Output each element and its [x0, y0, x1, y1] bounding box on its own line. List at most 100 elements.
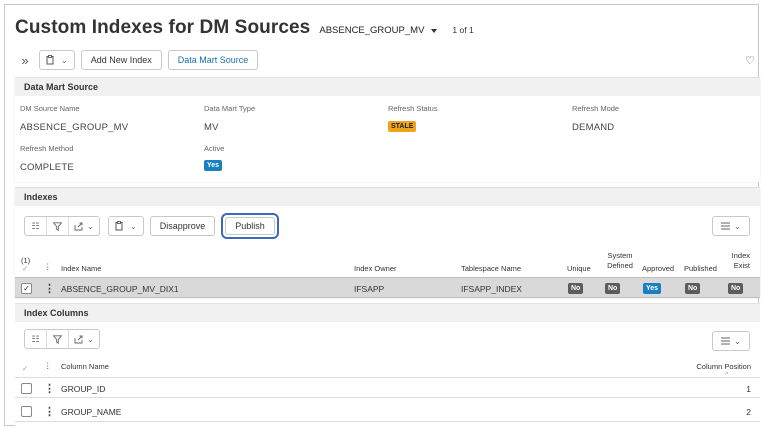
app-frame: Custom Indexes for DM Sources ABSENCE_GR…: [4, 4, 760, 426]
field-label: Refresh Method: [20, 144, 74, 153]
row-menu-icon[interactable]: ⋮: [44, 278, 55, 299]
menu-lines-icon: [721, 222, 731, 230]
field-active: Active Yes: [204, 144, 224, 171]
field-data-mart-type: Data Mart Type MV: [204, 104, 255, 133]
row-menu-icon[interactable]: ⋮: [44, 378, 55, 399]
export-menu-button[interactable]: ⌄: [69, 330, 99, 348]
field-label: Active: [204, 144, 225, 153]
row-menu-icon[interactable]: ⋮: [44, 401, 55, 422]
data-mart-source-button[interactable]: Data Mart Source: [167, 50, 259, 70]
add-new-index-button[interactable]: Add New Index: [80, 50, 162, 70]
field-dm-source-name: DM Source Name ABSENCE_GROUP_MV: [20, 104, 128, 133]
field-label: Data Mart Type: [204, 104, 256, 113]
grid-tools-group: ☷ ⌄: [24, 216, 100, 236]
indexes-grid-toolbar: ☷ ⌄ ⌄ Disapprove Publish: [24, 213, 279, 239]
index-exist-badge: No: [728, 283, 744, 294]
chevron-down-icon: ⌄: [734, 221, 741, 231]
field-value: ABSENCE_GROUP_MV: [20, 122, 129, 133]
clipboard-menu-button[interactable]: ⌄: [108, 216, 144, 236]
page-header: Custom Indexes for DM Sources ABSENCE_GR…: [15, 17, 474, 47]
column-menu-icon[interactable]: ⋮: [44, 361, 52, 371]
field-refresh-status: Refresh Status STALE: [388, 104, 438, 132]
view-options-control: ⌄: [713, 332, 749, 350]
cell-tablespace-name: IFSAPP_INDEX: [461, 283, 522, 294]
col-index-exist[interactable]: Index Exist: [726, 251, 750, 271]
chevron-down-icon: ⌄: [734, 336, 741, 346]
clipboard-menu-button[interactable]: ⌄: [39, 50, 75, 70]
section-title-indexes: Indexes: [15, 188, 760, 206]
field-label: Refresh Status: [388, 104, 438, 113]
col-index-name[interactable]: Index Name: [61, 264, 101, 274]
row-checkbox[interactable]: [21, 383, 32, 394]
source-selector[interactable]: ABSENCE_GROUP_MV: [319, 25, 438, 36]
col-approved[interactable]: Approved: [642, 264, 674, 274]
source-selector-value: ABSENCE_GROUP_MV: [319, 25, 425, 36]
chevron-down-icon: ⌄: [130, 221, 137, 231]
refresh-status-badge: STALE: [388, 121, 417, 132]
col-index-owner[interactable]: Index Owner: [354, 264, 397, 274]
chevron-down-icon: ⌄: [61, 55, 68, 65]
clipboard-icon: [115, 221, 123, 231]
cell-index-owner: IFSAPP: [354, 283, 385, 294]
section-title-data-mart-source: Data Mart Source: [15, 78, 760, 96]
col-column-name[interactable]: Column Name: [61, 362, 109, 372]
index-columns-panel: Index Columns ☷ ⌄ ⌄ ✓ ⋮ Column Name Colu…: [15, 303, 760, 426]
cell-column-name: GROUP_ID: [61, 383, 106, 394]
page-title: Custom Indexes for DM Sources: [15, 17, 311, 38]
main-toolbar: » ⌄ Add New Index Data Mart Source: [15, 49, 259, 71]
table-row[interactable]: ⋮ GROUP_NAME 2: [15, 401, 760, 422]
export-icon: [74, 222, 83, 230]
grid-tools-group: ☷ ⌄: [24, 329, 100, 349]
list-view-icon[interactable]: ☷: [25, 330, 47, 348]
index-columns-grid-toolbar: ☷ ⌄: [24, 329, 100, 349]
filter-icon[interactable]: [47, 330, 69, 348]
publish-highlight: Publish: [221, 213, 279, 239]
cell-column-name: GROUP_NAME: [61, 406, 122, 417]
check-all-icon[interactable]: ✓: [22, 264, 28, 274]
chevron-down-icon: ⌄: [87, 334, 94, 344]
menu-lines-icon: [721, 337, 731, 345]
col-tablespace-name[interactable]: Tablespace Name: [461, 264, 521, 274]
system-defined-badge: No: [605, 283, 621, 294]
field-refresh-mode: Refresh Mode DEMAND: [572, 104, 619, 133]
chevron-down-icon: ⌄: [87, 221, 94, 231]
cell-column-position: 1: [746, 383, 751, 394]
view-options-control: ⌄: [713, 217, 749, 235]
field-refresh-method: Refresh Method COMPLETE: [20, 144, 74, 173]
list-view-icon[interactable]: ☷: [25, 217, 47, 235]
approved-badge: Yes: [643, 283, 662, 294]
row-checkbox[interactable]: [21, 406, 32, 417]
indexes-panel: Indexes ☷ ⌄ ⌄ Disapprove Publish ⌄ (1) ✓…: [15, 187, 760, 298]
col-unique[interactable]: Unique: [567, 264, 591, 274]
active-badge: Yes: [204, 160, 223, 171]
view-options-button[interactable]: ⌄: [712, 331, 750, 351]
cell-column-position: 2: [746, 406, 751, 417]
field-label: Refresh Mode: [572, 104, 620, 113]
col-published[interactable]: Published: [684, 264, 717, 274]
section-title-index-columns: Index Columns: [15, 304, 760, 322]
field-label: DM Source Name: [20, 104, 80, 113]
data-mart-source-panel: Data Mart Source DM Source Name ABSENCE_…: [15, 77, 760, 182]
publish-button[interactable]: Publish: [225, 217, 275, 235]
favorite-heart-icon[interactable]: ♡: [745, 54, 755, 67]
export-menu-button[interactable]: ⌄: [69, 217, 99, 235]
table-row[interactable]: ✓ ⋮ ABSENCE_GROUP_MV_DIX1 IFSAPP IFSAPP_…: [15, 277, 760, 298]
export-icon: [74, 335, 83, 343]
filter-icon[interactable]: [47, 217, 69, 235]
field-value: MV: [204, 122, 219, 133]
disapprove-button[interactable]: Disapprove: [149, 216, 216, 236]
record-count: 1 of 1: [452, 25, 474, 35]
field-value: COMPLETE: [20, 162, 74, 173]
double-chevron-right-icon[interactable]: »: [15, 53, 35, 68]
caret-down-icon: [431, 28, 438, 33]
column-menu-icon[interactable]: ⋮: [44, 262, 52, 272]
clipboard-icon: [46, 55, 54, 65]
cell-index-name: ABSENCE_GROUP_MV_DIX1: [61, 283, 179, 294]
col-column-position[interactable]: Column Position: [675, 362, 751, 372]
row-checkbox[interactable]: ✓: [21, 283, 32, 294]
published-badge: No: [685, 283, 701, 294]
table-row[interactable]: ⋮ GROUP_ID 1: [15, 377, 760, 398]
view-options-button[interactable]: ⌄: [712, 216, 750, 236]
col-system-defined[interactable]: System Defined: [603, 251, 637, 271]
check-all-icon[interactable]: ✓: [22, 364, 28, 374]
